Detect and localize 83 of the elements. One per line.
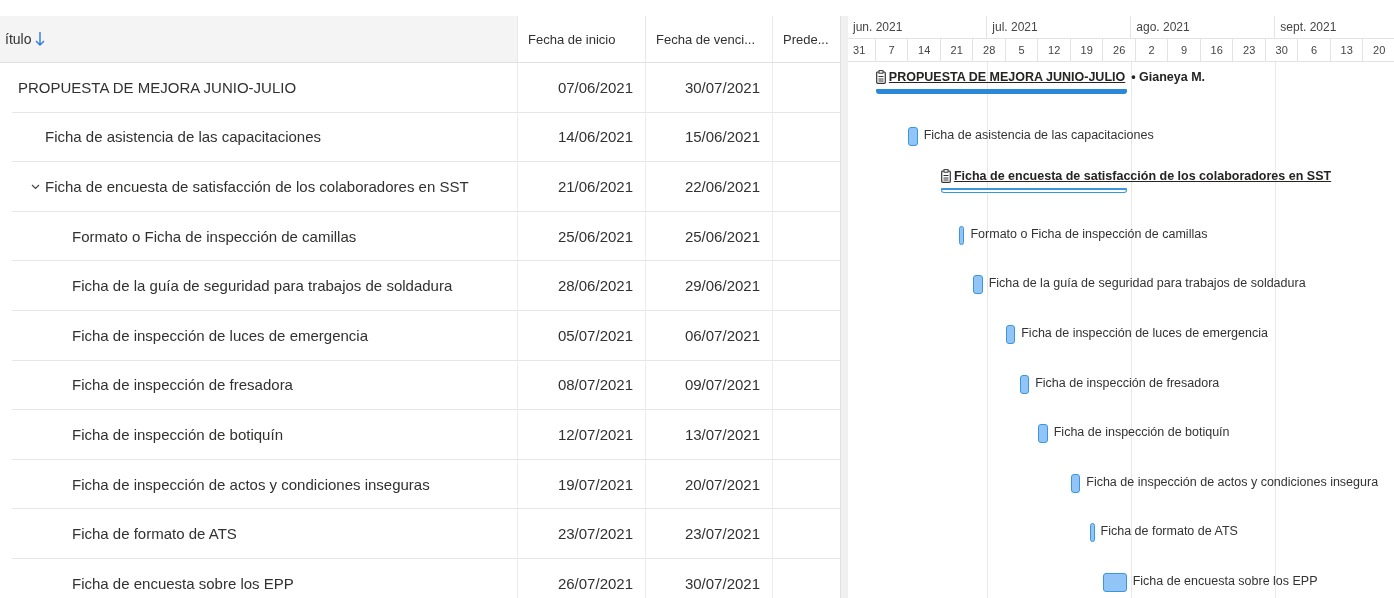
- due-date: 13/07/2021: [684, 425, 760, 443]
- week-label: 23: [1243, 44, 1256, 56]
- task-label[interactable]: Ficha de asistencia de las capacitaciones: [923, 127, 1154, 142]
- month-label: ago. 2021: [1136, 20, 1190, 34]
- due-date: 25/06/2021: [684, 227, 760, 245]
- task-title[interactable]: Ficha de asistencia de las capacitaciones: [45, 128, 321, 146]
- sort-down-icon: [35, 31, 46, 47]
- week-label: 12: [1048, 44, 1061, 56]
- task-label[interactable]: Ficha de inspección de luces de emergencia: [1021, 325, 1268, 340]
- clipboard-icon: [875, 70, 886, 84]
- due-date: 22/06/2021: [684, 178, 760, 195]
- summary-label[interactable]: Ficha de encuesta de satisfacción de los colaboradores en SST: [953, 169, 1332, 184]
- task-bar[interactable]: [1070, 473, 1081, 493]
- start-date: 28/06/2021: [557, 277, 633, 295]
- task-title[interactable]: Ficha de inspección de actos y condiciones inseguras: [72, 475, 430, 493]
- column-header[interactable]: ítulo: [0, 16, 517, 62]
- week-label: 9: [1181, 44, 1188, 56]
- due-date: 30/07/2021: [684, 574, 760, 592]
- task-bar[interactable]: [973, 275, 983, 295]
- start-date: 07/06/2021: [557, 78, 633, 96]
- task-label[interactable]: Ficha de la guía de seguridad para trabajos de soldadura: [988, 276, 1306, 291]
- summary-bar[interactable]: [940, 188, 1127, 194]
- month-label: jul. 2021: [992, 20, 1038, 34]
- task-title[interactable]: Formato o Ficha de inspección de camillas: [72, 227, 357, 245]
- due-date: 09/07/2021: [684, 376, 760, 394]
- task-bar[interactable]: [1038, 424, 1048, 444]
- week-label: 20: [1373, 44, 1386, 56]
- week-label: 5: [1018, 44, 1025, 56]
- task-title[interactable]: PROPUESTA DE MEJORA JUNIO-JULIO: [18, 78, 297, 96]
- due-date: 06/07/2021: [684, 326, 760, 344]
- week-label: 14: [918, 44, 931, 56]
- task-label[interactable]: Formato o Ficha de inspección de camillas: [970, 226, 1208, 241]
- due-date: 29/06/2021: [684, 277, 760, 295]
- task-title[interactable]: Ficha de inspección de luces de emergencia: [72, 326, 368, 344]
- task-bar[interactable]: [1019, 374, 1030, 394]
- task-title[interactable]: Ficha de inspección de botiquín: [72, 425, 283, 443]
- task-bar[interactable]: [908, 126, 918, 146]
- task-bar[interactable]: [1089, 523, 1095, 543]
- month-label: jun. 2021: [853, 20, 903, 34]
- due-date: 23/07/2021: [684, 525, 760, 543]
- task-title[interactable]: Ficha de formato de ATS: [72, 525, 237, 543]
- week-label: 30: [1275, 44, 1288, 56]
- task-label[interactable]: Ficha de inspección de fresadora: [1035, 375, 1220, 390]
- week-label: 19: [1080, 44, 1093, 56]
- week-label: 16: [1210, 44, 1223, 56]
- column-header[interactable]: Fecha de inicio: [517, 16, 645, 62]
- task-label[interactable]: Ficha de inspección de botiquín: [1053, 425, 1230, 440]
- start-date: 23/07/2021: [557, 525, 633, 543]
- start-date: 19/07/2021: [557, 475, 633, 493]
- task-label[interactable]: Ficha de inspección de actos y condiciones insegura: [1086, 474, 1379, 489]
- start-date: 05/07/2021: [557, 326, 633, 344]
- task-bar[interactable]: [1005, 324, 1016, 344]
- week-label: 13: [1340, 44, 1353, 56]
- task-bar[interactable]: [959, 225, 965, 245]
- task-title[interactable]: Ficha de inspección de fresadora: [72, 376, 293, 394]
- month-label: sept. 2021: [1280, 20, 1337, 34]
- column-header[interactable]: Fecha de venci...: [645, 16, 772, 62]
- assignee-label: • Gianeya M.: [1131, 70, 1206, 84]
- chevron-icon[interactable]: [31, 182, 40, 191]
- task-bar[interactable]: [1103, 572, 1127, 592]
- start-date: 26/07/2021: [557, 574, 633, 592]
- task-label[interactable]: Ficha de formato de ATS: [1100, 524, 1238, 539]
- week-label: 7: [888, 44, 895, 56]
- start-date: 25/06/2021: [557, 227, 633, 245]
- due-date: 20/07/2021: [684, 475, 760, 493]
- start-date: 08/07/2021: [557, 376, 633, 394]
- week-label: 6: [1311, 44, 1318, 56]
- week-label: 31: [853, 44, 866, 56]
- task-title[interactable]: Ficha de encuesta de satisfacción de los colaboradores en SST: [45, 178, 469, 195]
- task-title[interactable]: Ficha de la guía de seguridad para trabajos de soldadura: [72, 277, 453, 295]
- week-label: 2: [1148, 44, 1155, 56]
- week-label: 26: [1113, 44, 1126, 56]
- summary-label[interactable]: PROPUESTA DE MEJORA JUNIO-JULIO: [888, 70, 1126, 84]
- due-date: 30/07/2021: [684, 78, 760, 96]
- task-title[interactable]: Ficha de encuesta sobre los EPP: [72, 574, 294, 592]
- week-label: 28: [983, 44, 996, 56]
- clipboard-icon: [940, 169, 951, 184]
- start-date: 21/06/2021: [557, 178, 633, 195]
- start-date: 14/06/2021: [557, 128, 633, 146]
- start-date: 12/07/2021: [557, 425, 633, 443]
- task-label[interactable]: Ficha de encuesta sobre los EPP: [1132, 573, 1318, 588]
- week-label: 21: [950, 44, 963, 56]
- due-date: 15/06/2021: [684, 128, 760, 146]
